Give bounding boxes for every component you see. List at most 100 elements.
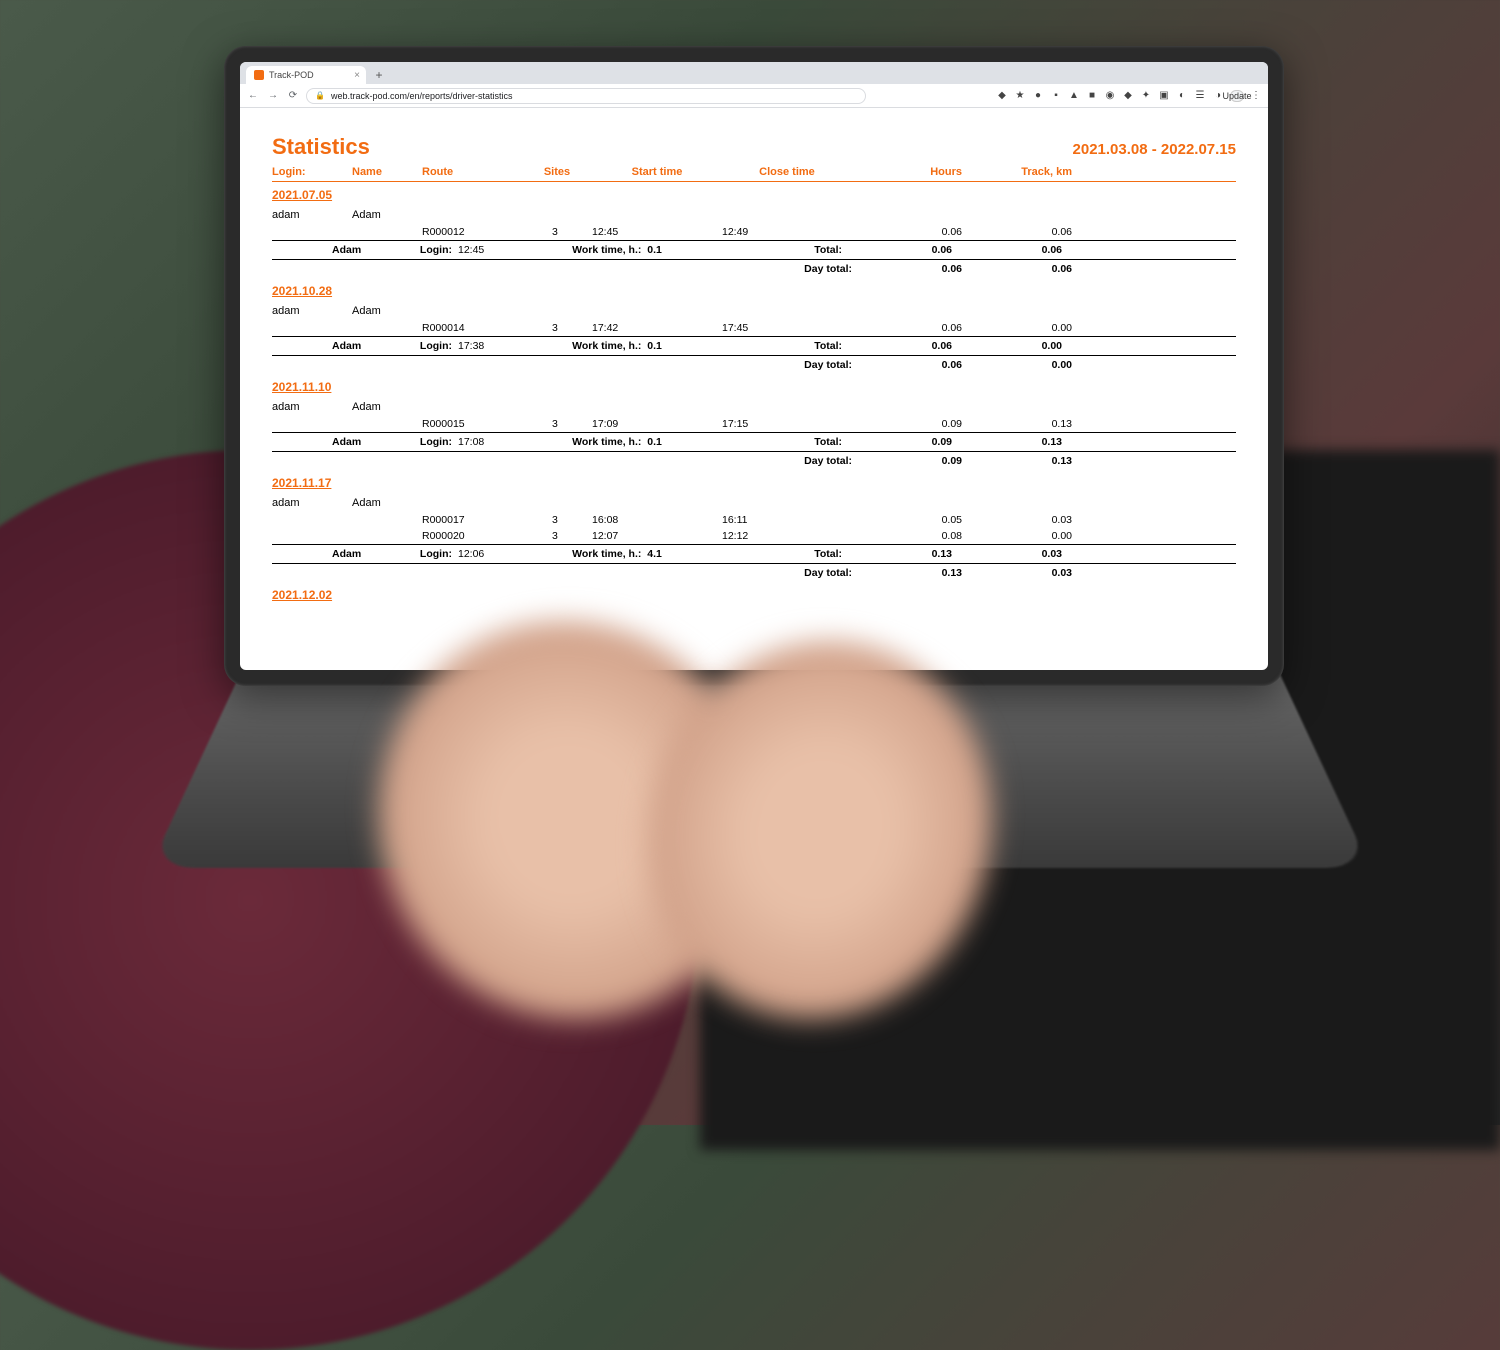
route-row: R000015317:0917:150.090.13 [272,416,1236,432]
day-total-track: 0.03 [962,567,1072,579]
day-date-link[interactable]: 2021.07.05 [272,188,1236,202]
route-row: R000020312:0712:120.080.00 [272,528,1236,544]
new-tab-button[interactable]: + [370,66,388,84]
day-total-hours: 0.06 [852,359,962,371]
forward-button[interactable]: → [266,90,280,101]
summary-login-label: Login: [392,244,452,256]
day-total-hours: 0.13 [852,567,962,579]
route-sites: 3 [522,418,592,430]
browser-tab[interactable]: Track-POD × [246,66,366,84]
day-date-link[interactable]: 2021.11.17 [272,476,1236,490]
summary-login-time: 17:08 [452,436,522,448]
user-row: adamAdam [272,398,1236,416]
ext-icon[interactable]: ▲ [1068,90,1080,102]
reload-button[interactable]: ⟳ [286,90,300,101]
summary-name: Adam [332,340,392,352]
summary-total-hours: 0.06 [842,244,952,256]
day-total-row: Day total:0.060.06 [272,259,1236,278]
day-total-row: Day total:0.090.13 [272,451,1236,470]
ext-icon[interactable]: ◐ [1176,90,1188,102]
ext-icon[interactable]: ☰ [1194,90,1206,102]
summary-worktime: Work time, h.: 0.1 [522,244,712,256]
day-section: 2021.12.02 [272,588,1236,602]
ext-icon[interactable]: ▪ [1050,90,1062,102]
route-id: R000020 [422,530,522,542]
route-hours: 0.06 [852,226,962,238]
ext-icon[interactable]: ★ [1014,90,1026,102]
name-value: Adam [352,401,422,413]
name-value: Adam [352,497,422,509]
col-hours: Hours [852,166,962,178]
day-section: 2021.07.05adamAdamR000012312:4512:490.06… [272,188,1236,278]
summary-name: Adam [332,548,392,560]
summary-total-hours: 0.09 [842,436,952,448]
ext-icon[interactable]: ◉ [1104,90,1116,102]
route-row: R000017316:0816:110.050.03 [272,512,1236,528]
col-start: Start time [592,166,722,178]
day-date-link[interactable]: 2021.12.02 [272,588,1236,602]
update-button[interactable]: Update [1230,90,1244,102]
day-total-label: Day total: [272,455,852,467]
route-close: 12:12 [722,530,852,542]
day-total-track: 0.06 [962,263,1072,275]
summary-total-hours: 0.13 [842,548,952,560]
ext-icon[interactable]: ✦ [1140,90,1152,102]
summary-login-label: Login: [392,548,452,560]
summary-total-track: 0.00 [952,340,1062,352]
login-value: adam [272,401,352,413]
name-value: Adam [352,209,422,221]
summary-total-label: Total: [712,340,842,352]
back-button[interactable]: ← [246,90,260,101]
day-total-label: Day total: [272,567,852,579]
summary-worktime: Work time, h.: 4.1 [522,548,712,560]
page-title: Statistics [272,134,370,160]
route-hours: 0.06 [852,322,962,334]
route-close: 12:49 [722,226,852,238]
route-track: 0.00 [962,530,1072,542]
summary-worktime: Work time, h.: 0.1 [522,436,712,448]
address-bar[interactable]: 🔒 web.track-pod.com/en/reports/driver-st… [306,88,866,104]
route-track: 0.06 [962,226,1072,238]
summary-name: Adam [332,436,392,448]
ext-icon[interactable]: ◆ [1122,90,1134,102]
col-name: Name [352,166,422,178]
day-date-link[interactable]: 2021.10.28 [272,284,1236,298]
report-page: Statistics 2021.03.08 - 2022.07.15 Login… [240,108,1268,670]
close-tab-icon[interactable]: × [354,70,360,81]
favicon-icon [254,70,264,80]
route-close: 16:11 [722,514,852,526]
summary-total-track: 0.13 [952,436,1062,448]
column-headers: Login: Name Route Sites Start time Close… [272,162,1236,182]
lock-icon: 🔒 [315,91,325,100]
summary-login-time: 12:06 [452,548,522,560]
summary-total-label: Total: [712,244,842,256]
summary-total-track: 0.06 [952,244,1062,256]
route-id: R000017 [422,514,522,526]
menu-icon[interactable]: ⋮ [1250,90,1262,102]
summary-worktime: Work time, h.: 0.1 [522,340,712,352]
name-value: Adam [352,305,422,317]
laptop-frame: Track-POD × + ← → ⟳ 🔒 web.track-pod.com/… [224,46,1284,686]
route-row: R000014317:4217:450.060.00 [272,320,1236,336]
summary-login-label: Login: [392,436,452,448]
tab-title: Track-POD [269,70,314,80]
ext-icon[interactable]: ◆ [996,90,1008,102]
day-date-link[interactable]: 2021.11.10 [272,380,1236,394]
login-value: adam [272,497,352,509]
url-text: web.track-pod.com/en/reports/driver-stat… [331,91,513,101]
day-total-label: Day total: [272,359,852,371]
route-id: R000015 [422,418,522,430]
route-id: R000014 [422,322,522,334]
route-start: 12:45 [592,226,722,238]
summary-login-time: 17:38 [452,340,522,352]
day-total-label: Day total: [272,263,852,275]
col-route: Route [422,166,522,178]
col-sites: Sites [522,166,592,178]
summary-row: AdamLogin:17:08Work time, h.: 0.1Total:0… [272,432,1236,451]
day-total-row: Day total:0.060.00 [272,355,1236,374]
summary-total-label: Total: [712,548,842,560]
route-track: 0.00 [962,322,1072,334]
ext-icon[interactable]: ▣ [1158,90,1170,102]
ext-icon[interactable]: ● [1032,90,1044,102]
ext-icon[interactable]: ■ [1086,90,1098,102]
